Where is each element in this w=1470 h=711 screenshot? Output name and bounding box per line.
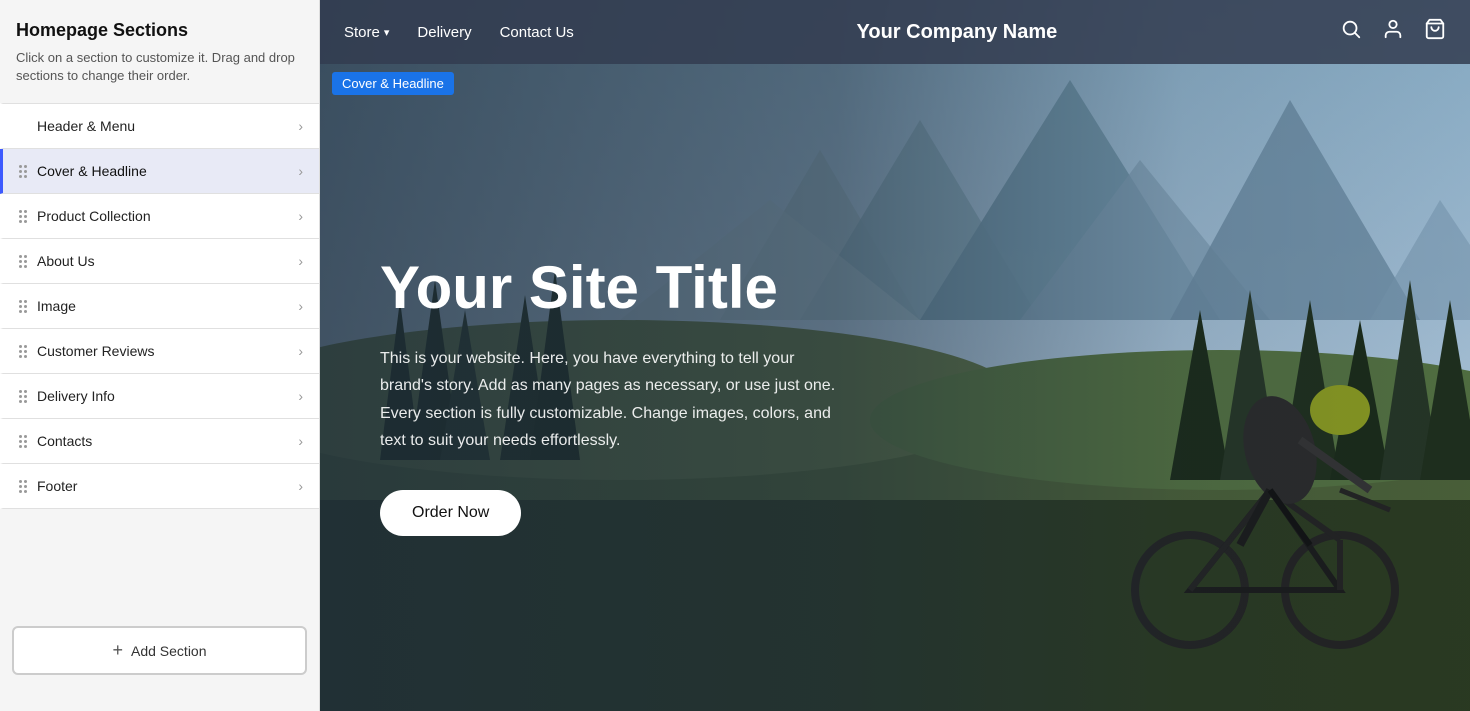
nav-contact-label: Contact Us [500, 24, 574, 41]
dropdown-arrow-icon: ▾ [384, 26, 390, 39]
order-now-button[interactable]: Order Now [380, 490, 521, 536]
chevron-right-icon: › [298, 388, 303, 404]
panel-header: Homepage Sections Click on a section to … [0, 0, 319, 93]
sidebar-item-delivery-info[interactable]: Delivery Info › [0, 374, 319, 419]
nav-links: Store ▾ Delivery Contact Us [344, 24, 574, 41]
nav-icons [1340, 18, 1446, 46]
drag-handle [19, 300, 27, 313]
sidebar-item-label: Header & Menu [37, 118, 298, 134]
nav-store-label: Store [344, 24, 380, 41]
sidebar-item-customer-reviews[interactable]: Customer Reviews › [0, 329, 319, 374]
right-preview: Cover & Headline Store ▾ Delivery Contac… [320, 0, 1470, 711]
panel-title: Homepage Sections [16, 20, 303, 41]
chevron-right-icon: › [298, 163, 303, 179]
cover-headline-tag: Cover & Headline [332, 72, 454, 95]
cart-icon[interactable] [1424, 18, 1446, 46]
left-panel: Homepage Sections Click on a section to … [0, 0, 320, 711]
sidebar-item-header-menu[interactable]: Header & Menu › [0, 103, 319, 149]
panel-description: Click on a section to customize it. Drag… [16, 49, 303, 85]
add-section-label: Add Section [131, 643, 207, 659]
sidebar-item-label: Product Collection [37, 208, 298, 224]
drag-handle [19, 165, 27, 178]
drag-handle [19, 390, 27, 403]
chevron-right-icon: › [298, 478, 303, 494]
account-icon[interactable] [1382, 18, 1404, 46]
chevron-right-icon: › [298, 208, 303, 224]
nav-link-delivery[interactable]: Delivery [417, 24, 471, 41]
drag-handle [19, 210, 27, 223]
drag-handle [19, 480, 27, 493]
sidebar-item-label: About Us [37, 253, 298, 269]
hero-title: Your Site Title [380, 255, 893, 321]
sidebar-item-label: Customer Reviews [37, 343, 298, 359]
sidebar-item-label: Contacts [37, 433, 298, 449]
hero-content: Your Site Title This is your website. He… [320, 0, 953, 711]
add-section-button[interactable]: + Add Section [12, 626, 307, 675]
sidebar-item-label: Footer [37, 478, 298, 494]
sidebar-item-about-us[interactable]: About Us › [0, 239, 319, 284]
chevron-right-icon: › [298, 118, 303, 134]
drag-handle [19, 435, 27, 448]
sidebar-item-label: Image [37, 298, 298, 314]
nav-link-store[interactable]: Store ▾ [344, 24, 389, 41]
nav-delivery-label: Delivery [417, 24, 471, 41]
sidebar-item-contacts[interactable]: Contacts › [0, 419, 319, 464]
section-list: Header & Menu › Cover & Headline › Produ… [0, 103, 319, 610]
chevron-right-icon: › [298, 253, 303, 269]
sidebar-item-image[interactable]: Image › [0, 284, 319, 329]
nav-brand: Your Company Name [574, 21, 1340, 44]
sidebar-item-product-collection[interactable]: Product Collection › [0, 194, 319, 239]
chevron-right-icon: › [298, 343, 303, 359]
preview-navbar: Store ▾ Delivery Contact Us Your Company… [320, 0, 1470, 64]
sidebar-item-cover-headline[interactable]: Cover & Headline › [0, 149, 319, 194]
chevron-right-icon: › [298, 433, 303, 449]
drag-handle [19, 255, 27, 268]
sidebar-item-label: Cover & Headline [37, 163, 298, 179]
sidebar-item-label: Delivery Info [37, 388, 298, 404]
sidebar-item-footer[interactable]: Footer › [0, 464, 319, 509]
drag-handle [19, 345, 27, 358]
hero-subtitle: This is your website. Here, you have eve… [380, 345, 840, 454]
chevron-right-icon: › [298, 298, 303, 314]
plus-icon: + [112, 640, 123, 661]
nav-link-contact[interactable]: Contact Us [500, 24, 574, 41]
search-icon[interactable] [1340, 18, 1362, 46]
hero-section: Your Site Title This is your website. He… [320, 0, 1470, 711]
